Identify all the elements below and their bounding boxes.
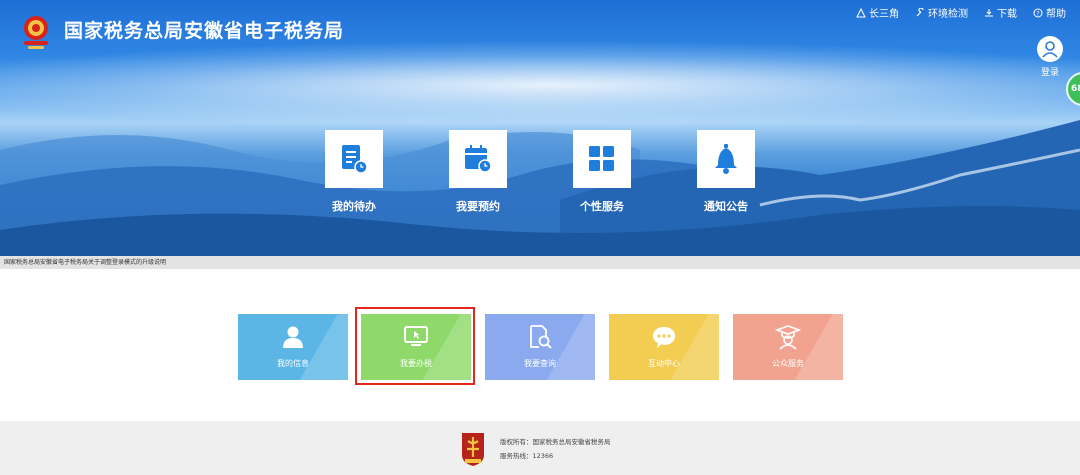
wrench-icon — [916, 7, 924, 16]
document-search-icon — [530, 325, 552, 349]
grid-apps-icon — [589, 146, 614, 171]
quick-entry-personal-service[interactable]: 个性服务 — [573, 130, 631, 214]
link-label: 环境检测 — [928, 9, 968, 20]
quick-entry-label: 我的待办 — [332, 200, 376, 213]
quick-entry-label: 个性服务 — [580, 200, 624, 213]
avatar — [1037, 36, 1063, 62]
tile-label: 公众服务 — [772, 359, 804, 368]
tile-label: 我的信息 — [277, 359, 309, 368]
tile-query[interactable]: 我要查询 — [485, 314, 595, 380]
calendar-clock-icon — [465, 145, 492, 173]
footer-copyright-block: 版权所有：国家税务总局安徽省税务局 服务热线：12366 — [500, 435, 611, 463]
login-label: 登录 — [1040, 68, 1059, 78]
site-title: 国家税务总局安徽省电子税务局 — [64, 20, 345, 42]
link-label: 长三角 — [869, 9, 899, 20]
quick-entry-icon-box — [449, 130, 507, 188]
tax-service-logo-icon — [462, 433, 484, 466]
help-icon: ? — [1033, 8, 1043, 17]
quick-entry-label: 通知公告 — [704, 200, 748, 213]
link-label: 下载 — [997, 9, 1017, 20]
highlight-selection-frame — [355, 307, 475, 385]
tile-my-info[interactable]: 我的信息 — [238, 314, 348, 380]
tile-interaction[interactable]: 互动中心 — [609, 314, 719, 380]
header-banner: 国家税务总局安徽省电子税务局 长三角 环境检测 下载 ? 帮助 登录 68 — [0, 0, 1080, 256]
tile-label: 互动中心 — [648, 359, 680, 368]
top-utility-links: 长三角 环境检测 下载 ? 帮助 — [856, 5, 1066, 20]
notice-text[interactable]: 国家税务总局安徽省电子税务局关于调整登录模式的升级说明 — [4, 259, 166, 266]
svg-text:?: ? — [1036, 10, 1039, 17]
tax-bureau-emblem-icon — [24, 16, 48, 49]
download-icon — [985, 8, 993, 17]
quick-entry-todo[interactable]: 我的待办 — [325, 130, 383, 214]
quick-entry-icon-box — [573, 130, 631, 188]
chat-bubble-icon — [653, 327, 675, 348]
login-button[interactable]: 登录 — [1036, 36, 1064, 78]
user-icon — [283, 326, 303, 348]
tile-label: 我要查询 — [524, 359, 556, 368]
link-download[interactable]: 下载 — [984, 5, 1017, 20]
quick-entry-appointment[interactable]: 我要预约 — [449, 130, 507, 214]
triangle-icon — [856, 7, 866, 17]
tile-public-service[interactable]: 公众服务 — [733, 314, 843, 380]
quick-entry-icon-box — [325, 130, 383, 188]
todo-document-icon — [342, 145, 368, 174]
bell-icon — [715, 144, 737, 174]
link-yangtze-delta[interactable]: 长三角 — [856, 5, 899, 20]
footer-copyright: 版权所有：国家税务总局安徽省税务局 — [500, 438, 611, 446]
footer: 版权所有：国家税务总局安徽省税务局 服务热线：12366 — [0, 421, 1080, 475]
graduate-icon — [775, 325, 801, 350]
link-label: 帮助 — [1046, 9, 1066, 20]
quick-entry-icon-box — [697, 130, 755, 188]
notice-bar[interactable]: 国家税务总局安徽省电子税务局关于调整登录模式的升级说明 — [0, 256, 1080, 269]
quick-entry-notice[interactable]: 通知公告 — [697, 130, 755, 214]
link-help[interactable]: ? 帮助 — [1033, 5, 1066, 20]
link-environment-check[interactable]: 环境检测 — [915, 5, 968, 20]
quick-entry-label: 我要预约 — [456, 200, 500, 213]
user-avatar-icon — [1042, 41, 1058, 58]
footer-hotline: 服务热线：12366 — [500, 452, 554, 460]
